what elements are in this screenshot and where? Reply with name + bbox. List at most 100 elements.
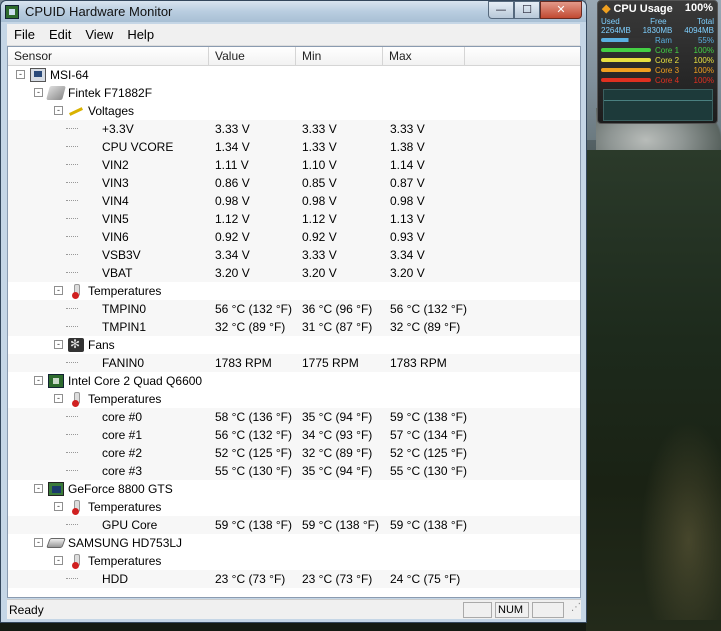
- node-label-wrap: GPU Core: [102, 518, 157, 532]
- cpu-gadget-icon: ◆: [602, 3, 611, 15]
- sensor-tree-view[interactable]: Sensor Value Min Max - MSI-64- Fintek F718…: [7, 46, 581, 598]
- sensor-max: 1.14 V: [390, 158, 425, 172]
- sensor-row[interactable]: TMPIN1 32 °C (89 °F) 31 °C (87 °F) 32 °C (8…: [8, 318, 580, 336]
- sensor-row[interactable]: VBAT 3.20 V 3.20 V 3.20 V: [8, 264, 580, 282]
- node-label-wrap: FANIN0: [102, 356, 144, 370]
- sensor-row[interactable]: VIN4 0.98 V 0.98 V 0.98 V: [8, 192, 580, 210]
- tree-node[interactable]: - Fintek F71882F: [8, 84, 580, 102]
- usage-label: Core 2: [655, 55, 680, 65]
- sensor-max: 24 °C (75 °F): [390, 572, 461, 586]
- usage-bar: [601, 58, 651, 62]
- sensor-row[interactable]: VSB3V 3.34 V 3.33 V 3.34 V: [8, 246, 580, 264]
- sensor-row[interactable]: GPU Core 59 °C (138 °F) 59 °C (138 °F) 59 °…: [8, 516, 580, 534]
- title-bar[interactable]: CPUID Hardware Monitor — ☐ ✕: [1, 0, 586, 22]
- sensor-row[interactable]: +3.3V 3.33 V 3.33 V 3.33 V: [8, 120, 580, 138]
- sensor-row[interactable]: FANIN0 1783 RPM 1775 RPM 1783 RPM: [8, 354, 580, 372]
- usage-label: Core 3: [655, 65, 680, 75]
- collapse-toggle-icon[interactable]: -: [54, 394, 63, 403]
- gadget-title-row: ◆ CPU Usage 100%: [598, 1, 717, 17]
- node-label: VIN3: [102, 176, 129, 190]
- voltage-icon: [68, 104, 84, 118]
- sensor-row[interactable]: CPU VCORE 1.34 V 1.33 V 1.38 V: [8, 138, 580, 156]
- tree-branch-line: [66, 200, 78, 201]
- node-label-wrap: VIN3: [102, 176, 129, 190]
- sensor-row[interactable]: VIN6 0.92 V 0.92 V 0.93 V: [8, 228, 580, 246]
- gadget-usage-row: Core 3 100%: [598, 65, 717, 75]
- sensor-value: 32 °C (89 °F): [215, 320, 286, 334]
- tree-node[interactable]: - MSI-64: [8, 66, 580, 84]
- sensor-max: 32 °C (89 °F): [390, 320, 461, 334]
- node-label-wrap: core #2: [102, 446, 142, 460]
- sensor-min: 23 °C (73 °F): [302, 572, 373, 586]
- menu-help[interactable]: Help: [120, 27, 161, 42]
- collapse-toggle-icon[interactable]: -: [34, 88, 43, 97]
- window-title: CPUID Hardware Monitor: [25, 4, 173, 19]
- menu-file[interactable]: File: [7, 27, 42, 42]
- tree-node[interactable]: - Voltages: [8, 102, 580, 120]
- gadget-cpu-percent: 100%: [684, 2, 713, 14]
- tree-node[interactable]: - Temperatures: [8, 552, 580, 570]
- minimize-button[interactable]: —: [488, 0, 514, 19]
- sensor-max: 0.87 V: [390, 176, 425, 190]
- tree-branch-line: [66, 434, 78, 435]
- tree-branch-line: [66, 146, 78, 147]
- column-max[interactable]: Max: [383, 47, 465, 65]
- sensor-row[interactable]: TMPIN0 56 °C (132 °F) 36 °C (96 °F) 56 °C (…: [8, 300, 580, 318]
- gadget-mem-values: 2264MB 1830MB 4094MB: [598, 26, 717, 35]
- tree-node[interactable]: - Temperatures: [8, 282, 580, 300]
- column-sensor[interactable]: Sensor: [8, 47, 209, 65]
- column-min[interactable]: Min: [296, 47, 383, 65]
- node-label-wrap: GeForce 8800 GTS: [48, 482, 173, 496]
- collapse-toggle-icon[interactable]: -: [34, 376, 43, 385]
- sensor-row[interactable]: VIN2 1.11 V 1.10 V 1.14 V: [8, 156, 580, 174]
- tree-node[interactable]: - Temperatures: [8, 498, 580, 516]
- usage-bar: [601, 68, 651, 72]
- menu-view[interactable]: View: [78, 27, 120, 42]
- collapse-toggle-icon[interactable]: -: [34, 484, 43, 493]
- sensor-row[interactable]: core #2 52 °C (125 °F) 32 °C (89 °F) 52 °C …: [8, 444, 580, 462]
- node-label-wrap: core #1: [102, 428, 142, 442]
- cpu-usage-gadget[interactable]: ◆ CPU Usage 100% Used Free Total 2264MB 1…: [597, 0, 718, 124]
- collapse-toggle-icon[interactable]: -: [16, 70, 25, 79]
- sensor-min: 1.10 V: [302, 158, 337, 172]
- close-button[interactable]: ✕: [540, 0, 582, 19]
- node-label-wrap: VBAT: [102, 266, 132, 280]
- usage-bar: [601, 48, 651, 52]
- collapse-toggle-icon[interactable]: -: [54, 286, 63, 295]
- fan-icon: [68, 337, 84, 352]
- menu-edit[interactable]: Edit: [42, 27, 78, 42]
- sensor-max: 1.13 V: [390, 212, 425, 226]
- node-label: core #2: [102, 446, 143, 460]
- hardware-monitor-window[interactable]: CPUID Hardware Monitor — ☐ ✕ File Edit V…: [0, 0, 587, 623]
- sensor-row[interactable]: VIN5 1.12 V 1.12 V 1.13 V: [8, 210, 580, 228]
- mem-used-value: 2264MB: [601, 26, 631, 35]
- tree-node[interactable]: - GeForce 8800 GTS: [8, 480, 580, 498]
- usage-percent: 100%: [693, 75, 714, 85]
- tree-node[interactable]: - Fans: [8, 336, 580, 354]
- collapse-toggle-icon[interactable]: -: [54, 340, 63, 349]
- usage-percent: 100%: [693, 65, 714, 75]
- maximize-button[interactable]: ☐: [514, 0, 540, 19]
- resize-grip-icon[interactable]: ⋰: [567, 602, 581, 618]
- sensor-row[interactable]: HDD 23 °C (73 °F) 23 °C (73 °F) 24 °C (75 °…: [8, 570, 580, 588]
- tree-node[interactable]: - Intel Core 2 Quad Q6600: [8, 372, 580, 390]
- sensor-min: 32 °C (89 °F): [302, 446, 373, 460]
- node-label-wrap: VSB3V: [102, 248, 141, 262]
- sensor-row[interactable]: VIN3 0.86 V 0.85 V 0.87 V: [8, 174, 580, 192]
- node-label: Temperatures: [88, 500, 162, 514]
- sensor-row[interactable]: core #1 56 °C (132 °F) 34 °C (93 °F) 57 °C …: [8, 426, 580, 444]
- collapse-toggle-icon[interactable]: -: [54, 556, 63, 565]
- tree-node[interactable]: - SAMSUNG HD753LJ: [8, 534, 580, 552]
- collapse-toggle-icon[interactable]: -: [54, 106, 63, 115]
- node-label: TMPIN1: [102, 320, 147, 334]
- sensor-min: 3.33 V: [302, 122, 337, 136]
- column-value[interactable]: Value: [209, 47, 296, 65]
- collapse-toggle-icon[interactable]: -: [34, 538, 43, 547]
- sensor-row[interactable]: core #0 58 °C (136 °F) 35 °C (94 °F) 59 °C …: [8, 408, 580, 426]
- collapse-toggle-icon[interactable]: -: [54, 502, 63, 511]
- tree-node[interactable]: - Temperatures: [8, 390, 580, 408]
- node-label: MSI-64: [50, 68, 89, 82]
- node-label: Temperatures: [88, 284, 162, 298]
- computer-icon: [30, 68, 46, 82]
- sensor-row[interactable]: core #3 55 °C (130 °F) 35 °C (94 °F) 55 °C …: [8, 462, 580, 480]
